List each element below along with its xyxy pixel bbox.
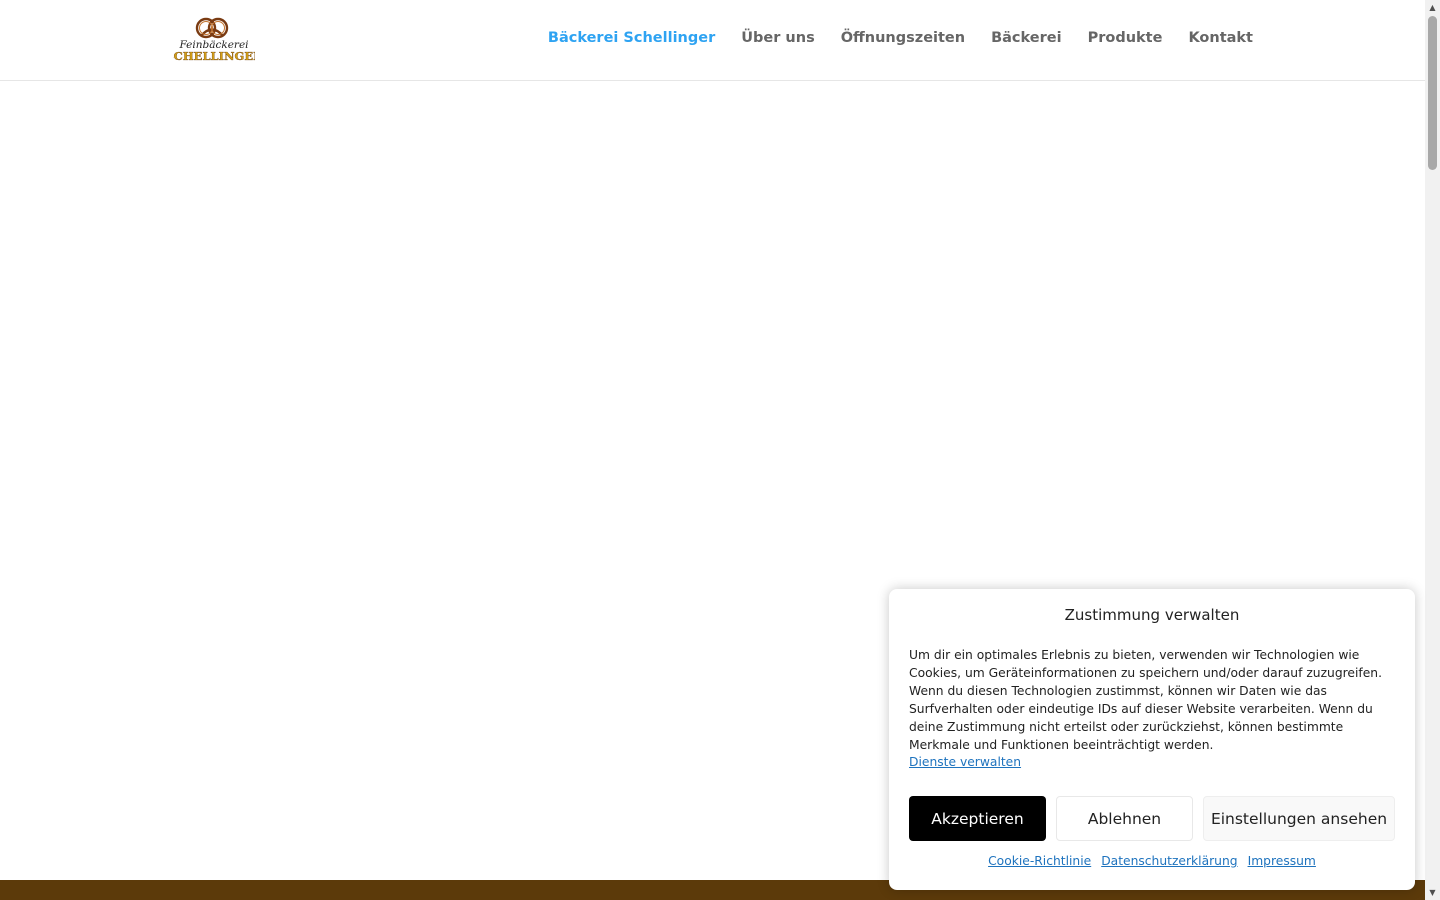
manage-services-link[interactable]: Dienste verwalten <box>909 755 1021 769</box>
view-preferences-button[interactable]: Einstellungen ansehen <box>1203 796 1395 841</box>
nav-item-baeckerei[interactable]: Bäckerei <box>991 30 1061 46</box>
imprint-link[interactable]: Impressum <box>1248 854 1316 868</box>
nav-item-produkte[interactable]: Produkte <box>1088 30 1163 46</box>
accept-button[interactable]: Akzeptieren <box>909 796 1046 841</box>
nav-item-oeffnungszeiten[interactable]: Öffnungszeiten <box>841 30 965 46</box>
cookie-dialog-text: Um dir ein optimales Erlebnis zu bieten,… <box>909 648 1382 752</box>
cookie-dialog-links: Cookie-Richtlinie Datenschutzerklärung I… <box>889 854 1415 868</box>
cookie-dialog-title: Zustimmung verwalten <box>1064 606 1240 624</box>
site-header: Feinbäckerei SCHELLINGER Bäckerei Schell… <box>0 0 1425 81</box>
nav-item-baeckerei-schellinger[interactable]: Bäckerei Schellinger <box>548 30 715 46</box>
cookie-consent-dialog: Zustimmung verwalten Um dir ein optimale… <box>889 589 1415 890</box>
main-navigation: Bäckerei Schellinger Über uns Öffnungsze… <box>548 30 1253 46</box>
nav-item-kontakt[interactable]: Kontakt <box>1188 30 1253 46</box>
pretzel-logo-icon: Feinbäckerei SCHELLINGER <box>173 17 255 63</box>
triangle-down-icon[interactable]: ▼ <box>1425 885 1440 900</box>
cookie-policy-link[interactable]: Cookie-Richtlinie <box>988 854 1091 868</box>
vertical-scrollbar[interactable]: ▲ ▼ <box>1425 0 1440 900</box>
triangle-up-icon[interactable]: ▲ <box>1425 0 1440 15</box>
deny-button[interactable]: Ablehnen <box>1056 796 1193 841</box>
scrollbar-thumb[interactable] <box>1428 16 1437 170</box>
nav-item-ueber-uns[interactable]: Über uns <box>741 30 814 46</box>
bakery-logo[interactable]: Feinbäckerei SCHELLINGER <box>173 15 255 67</box>
logo-line-2: SCHELLINGER <box>173 49 255 63</box>
privacy-policy-link[interactable]: Datenschutzerklärung <box>1101 854 1237 868</box>
